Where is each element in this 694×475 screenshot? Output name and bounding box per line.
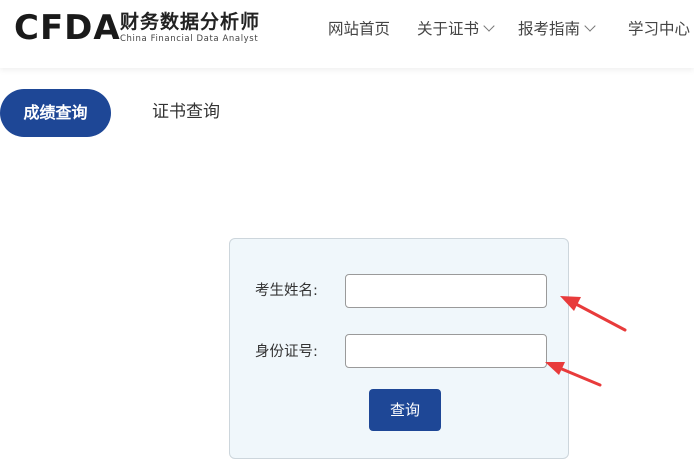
nav-item-label: 学习中心 <box>628 20 691 38</box>
arrow-icon <box>560 296 627 332</box>
logo-chinese-name: 财务数据分析师 <box>120 11 261 33</box>
score-query-form: 考生姓名: 身份证号: 查询 <box>229 238 569 459</box>
tab-certificate-query[interactable]: 证书查询 <box>152 100 220 124</box>
chevron-down-icon <box>483 20 495 32</box>
id-number-input[interactable] <box>345 334 547 368</box>
nav-item-about-certificate[interactable]: 关于证书 <box>417 18 495 40</box>
logo-english-name: China Financial Data Analyst <box>120 34 259 44</box>
nav-item-label: 网站首页 <box>328 20 391 38</box>
name-label: 考生姓名: <box>255 283 318 299</box>
id-number-label: 身份证号: <box>255 344 318 360</box>
nav-item-exam-guide[interactable]: 报考指南 <box>518 18 596 40</box>
nav-item-home[interactable]: 网站首页 <box>328 18 390 40</box>
nav-item-label: 报考指南 <box>518 20 581 38</box>
site-logo[interactable]: CFDA 财务数据分析师 China Financial Data Analys… <box>14 8 274 48</box>
nav-item-label: 关于证书 <box>417 20 480 38</box>
name-input[interactable] <box>345 274 547 308</box>
query-button[interactable]: 查询 <box>369 389 441 431</box>
chevron-down-icon <box>584 20 596 32</box>
nav-item-learning-center[interactable]: 学习中心 <box>628 18 690 40</box>
site-header: CFDA 财务数据分析师 China Financial Data Analys… <box>0 0 694 68</box>
tab-score-query[interactable]: 成绩查询 <box>0 89 111 137</box>
logo-mark: CFDA <box>14 8 121 48</box>
